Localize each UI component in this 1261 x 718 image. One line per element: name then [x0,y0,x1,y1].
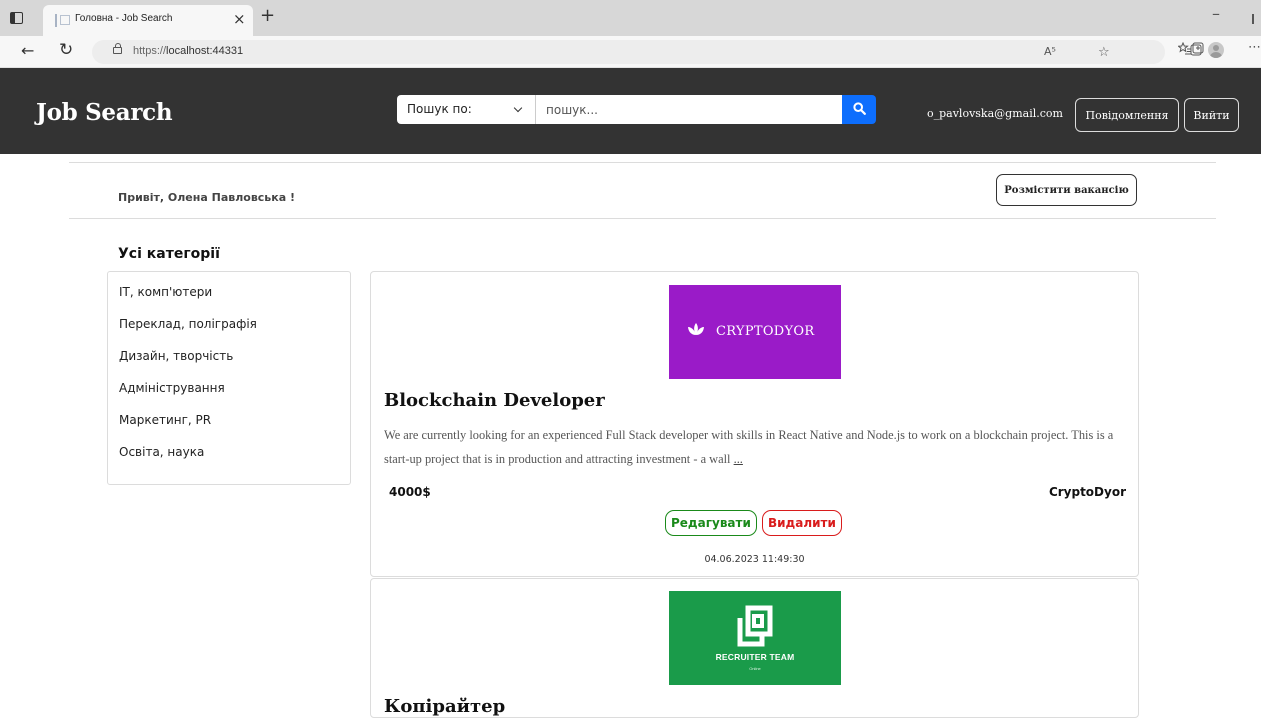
search-input[interactable] [536,95,842,124]
categories-list: IT, комп'ютери Переклад, поліграфія Диза… [107,271,351,485]
notifications-button[interactable]: Повідомлення [1075,98,1179,132]
lock-icon[interactable] [113,43,122,54]
category-item-design[interactable]: Дизайн, творчість [119,349,233,363]
job-card: CRYPTODYOR Blockchain Developer We are c… [370,271,1139,577]
category-item-marketing[interactable]: Маркетинг, PR [119,413,211,427]
browser-tab[interactable]: Головна - Job Search × [43,5,253,36]
job-salary: 4000$ [389,485,431,499]
profile-avatar-icon[interactable] [1208,42,1224,58]
window-edge [1252,14,1254,24]
delete-job-button[interactable]: Видалити [762,510,842,536]
company-logo: RECRUITER TEAM Online [669,591,841,685]
more-menu-icon[interactable]: ⋯ [1248,40,1261,55]
job-title[interactable]: Blockchain Developer [384,390,605,411]
page-favicon-icon [55,14,70,27]
tab-title: Головна - Job Search [75,13,173,24]
back-arrow-icon[interactable]: ← [21,41,34,60]
collections-icon[interactable] [1190,42,1204,59]
read-more-link[interactable]: ... [734,452,743,466]
address-bar[interactable]: https://localhost:44331 A⁵ ☆ [92,40,1165,64]
site-logo[interactable]: Job Search [36,99,173,126]
search-by-label: Пошук по: [407,102,472,116]
logout-button[interactable]: Вийти [1184,98,1239,132]
search-by-select[interactable]: Пошук по: [397,95,536,124]
search-icon [853,102,866,115]
search-button[interactable] [842,95,876,124]
company-logo-text: RECRUITER TEAM [715,652,795,662]
job-title[interactable]: Копірайтер [384,696,505,717]
job-description: We are currently looking for an experien… [384,428,1114,466]
browser-toolbar: ← ↻ https://localhost:44331 A⁵ ☆ ⋯ [0,36,1261,68]
close-tab-icon[interactable]: × [233,10,246,28]
company-logo-subtext: Online [749,666,761,671]
job-company: CryptoDyor [1048,485,1126,499]
favorite-star-icon[interactable]: ☆ [1098,46,1110,59]
category-item-education[interactable]: Освіта, наука [119,445,204,459]
edit-job-button[interactable]: Редагувати [665,510,757,536]
user-email: o_pavlovska@gmail.com [927,107,1063,120]
reload-icon[interactable]: ↻ [59,40,73,60]
company-logo-text: CRYPTODYOR [716,324,815,339]
tab-actions-icon[interactable] [10,12,23,24]
category-item-it[interactable]: IT, комп'ютери [119,285,212,299]
company-logo: CRYPTODYOR [669,285,841,379]
new-tab-icon[interactable]: + [260,5,275,26]
lotus-icon [688,323,704,335]
read-aloud-icon[interactable]: A⁵ [1044,46,1056,57]
category-item-translation[interactable]: Переклад, поліграфія [119,317,257,331]
recruiter-logo-icon [737,605,773,647]
divider [69,218,1216,219]
chevron-down-icon [513,103,523,113]
site-header: Job Search Пошук по: o_pavlovska@gmail.c… [0,68,1261,154]
post-vacancy-button[interactable]: Розмістити вакансію [996,174,1137,206]
minimize-window-icon[interactable]: – [1212,4,1220,23]
greeting-text: Привіт, Олена Павловська ! [118,191,295,204]
category-item-administration[interactable]: Адміністрування [119,381,225,395]
browser-tabstrip: Головна - Job Search × + – [0,0,1261,36]
url-text[interactable]: https://localhost:44331 [133,45,243,57]
job-date: 04.06.2023 11:49:30 [704,554,805,565]
job-card: RECRUITER TEAM Online Копірайтер [370,578,1139,718]
divider [69,162,1216,163]
categories-title: Усі категорії [118,246,220,262]
